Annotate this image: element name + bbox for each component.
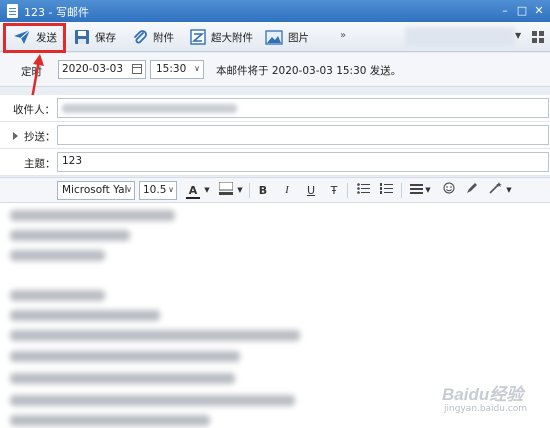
blurred-text-line <box>10 330 300 341</box>
blurred-text-line <box>10 290 105 301</box>
blurred-text-line <box>10 351 240 362</box>
watermark-brand: Baidu经验 <box>442 385 524 404</box>
cc-label: 抄送： <box>24 131 56 143</box>
align-button[interactable] <box>408 182 424 199</box>
cc-row: 抄送： <box>0 122 550 149</box>
highlight-dropdown[interactable]: ▼ <box>236 182 244 199</box>
watermark-url: jingyan.baidu.com <box>444 404 528 414</box>
to-row: 收件人： <box>0 95 550 122</box>
to-label: 收件人： <box>13 104 55 116</box>
align-dropdown[interactable]: ▼ <box>424 182 432 199</box>
blurred-text-line <box>10 310 160 321</box>
blurred-text-line <box>10 230 130 241</box>
subject-row: 主题： 123 <box>0 149 550 176</box>
blurred-text-line <box>10 250 105 261</box>
chevron-down-icon: ∨ <box>168 185 174 194</box>
more-format-dropdown[interactable]: ▼ <box>505 182 513 199</box>
bullet-list-icon <box>356 183 370 194</box>
align-icon <box>409 184 423 194</box>
blurred-text-line <box>10 373 235 384</box>
font-family-value: Microsoft Yal <box>62 184 128 196</box>
italic-button[interactable]: I <box>280 182 294 199</box>
underline-button[interactable]: U <box>304 182 318 199</box>
font-family-select[interactable]: Microsoft Yal ∨ <box>57 181 135 200</box>
separator <box>249 183 250 198</box>
font-color-button[interactable]: A <box>186 182 200 199</box>
bullet-list-button[interactable] <box>355 182 371 199</box>
expand-triangle-icon[interactable] <box>13 132 18 140</box>
blurred-text-line <box>10 395 295 406</box>
bold-button[interactable]: B <box>256 182 270 199</box>
font-size-value: 10.5 <box>143 184 167 196</box>
signature-button[interactable] <box>464 182 478 199</box>
numbered-list-icon <box>379 183 393 194</box>
highlight-color-icon <box>218 181 234 195</box>
subject-input[interactable]: 123 <box>57 152 549 172</box>
cc-input[interactable] <box>57 125 549 145</box>
blurred-text-line <box>10 415 210 426</box>
pen-icon <box>466 183 477 193</box>
font-size-select[interactable]: 10.5 ∨ <box>139 181 177 200</box>
separator <box>401 183 402 198</box>
subject-label: 主题： <box>24 158 56 170</box>
smiley-icon <box>443 182 455 194</box>
font-color-dropdown[interactable]: ▼ <box>203 182 211 199</box>
numbered-list-button[interactable] <box>378 182 394 199</box>
to-recipient-blurred <box>62 104 237 113</box>
highlight-color-button[interactable] <box>218 181 234 199</box>
to-input[interactable] <box>57 98 549 118</box>
separator <box>347 183 348 198</box>
baidu-jingyan-watermark: Baidu经验 jingyan.baidu.com <box>442 380 548 422</box>
chevron-down-icon: ∨ <box>126 185 132 194</box>
more-format-button[interactable] <box>487 182 503 199</box>
strikethrough-button[interactable]: Ŧ <box>327 182 341 199</box>
emoji-button[interactable] <box>442 182 456 199</box>
magic-wand-icon <box>488 182 502 194</box>
format-toolbar: Microsoft Yal ∨ 10.5 ∨ A ▼ ▼ B I U Ŧ ▼ ▼ <box>0 177 550 203</box>
blurred-text-line <box>10 210 175 221</box>
